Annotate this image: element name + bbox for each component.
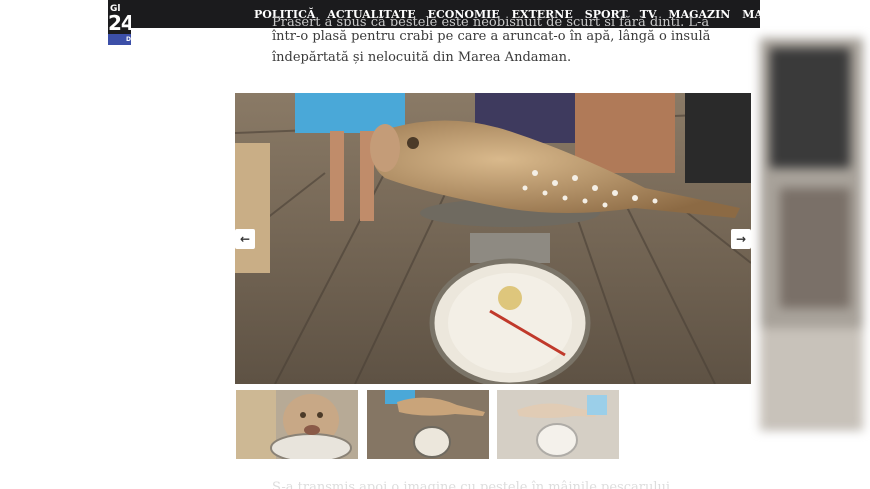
thumbnail-scale-closeup [497,390,619,459]
gallery-thumbnail[interactable] [497,390,619,459]
gallery-next-button[interactable]: → [731,229,751,249]
nav-more-menu[interactable]: MAI MULTE [742,7,832,21]
blurred-photo [760,38,863,430]
fish-on-scale-photo [235,93,751,384]
gallery-thumbnail[interactable] [236,390,358,459]
blurred-side-content [760,38,863,430]
nav-more-label: MAI MULTE [742,7,818,21]
logo-badge: D [108,34,131,45]
gallery-prev-button[interactable]: ← [235,229,255,249]
article-faded-line: Prasert a spus că peștele este neobișnui… [272,15,710,26]
chevron-down-icon [823,12,832,17]
gallery-thumbnail[interactable] [367,390,489,459]
article-paragraph: Prasert a spus că peștele este neobișnui… [272,15,732,68]
thumbnail-fish-scale [367,390,489,459]
article-line: îndepărtată și nelocuită din Marea Andam… [272,50,572,65]
logo-number: 24 [108,11,131,35]
article-line: într-o plasă pentru crabi pe care a arun… [272,29,711,44]
arrow-left-icon: ← [239,232,251,246]
site-logo[interactable]: Gl 24 D [108,0,131,45]
thumbnail-fish-face [236,390,358,459]
arrow-right-icon: → [735,232,747,246]
article-next-paragraph: S-a transmis apoi o imagine cu peștele î… [272,480,671,489]
gallery-main-image: ← → [235,93,751,384]
